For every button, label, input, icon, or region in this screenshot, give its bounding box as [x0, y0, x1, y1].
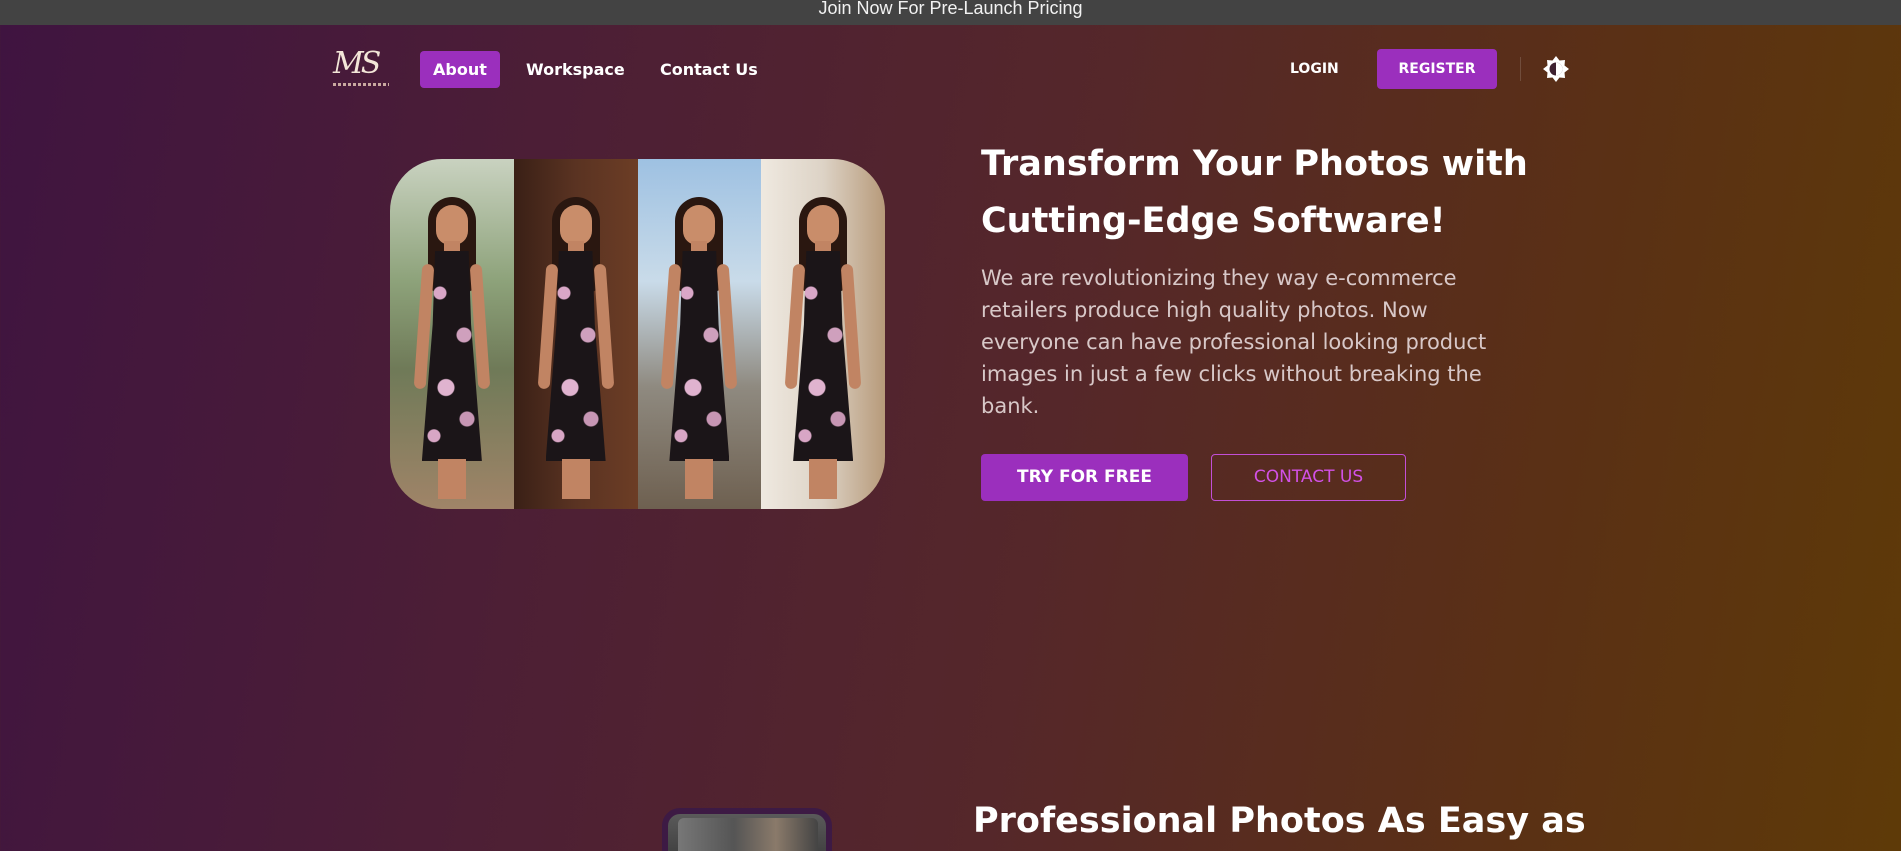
logo-mark: MS	[333, 46, 381, 81]
announcement-text: Join Now For Pre-Launch Pricing	[818, 0, 1083, 18]
theme-toggle-icon[interactable]	[1542, 55, 1570, 83]
hero-description: We are revolutionizing they way e-commer…	[981, 266, 1487, 418]
navbar: MS About Workspace Contact Us LOGIN REGI…	[0, 25, 1901, 115]
register-button[interactable]: REGISTER	[1377, 49, 1497, 89]
nav-contact-us[interactable]: Contact Us	[647, 51, 771, 88]
login-link[interactable]: LOGIN	[1290, 51, 1339, 88]
hero-image-collage	[390, 159, 885, 509]
section2-title: Professional Photos As Easy as	[973, 801, 1586, 841]
photo-panel-garden	[390, 159, 514, 509]
nav-about[interactable]: About	[420, 51, 500, 88]
logo[interactable]: MS	[333, 45, 391, 90]
photo-panel-interior	[761, 159, 885, 509]
section2-image	[662, 808, 832, 851]
try-for-free-button[interactable]: TRY FOR FREE	[981, 454, 1188, 501]
photo-panel-studio	[513, 159, 638, 509]
nav-divider	[1520, 57, 1521, 81]
announcement-bar: Join Now For Pre-Launch Pricing	[0, 0, 1901, 25]
contact-us-button[interactable]: CONTACT US	[1211, 454, 1406, 501]
nav-workspace[interactable]: Workspace	[513, 51, 638, 88]
hero-title: Transform Your Photos with Cutting-Edge …	[981, 144, 1528, 241]
photo-panel-street	[637, 159, 762, 509]
logo-tagline	[333, 83, 389, 86]
